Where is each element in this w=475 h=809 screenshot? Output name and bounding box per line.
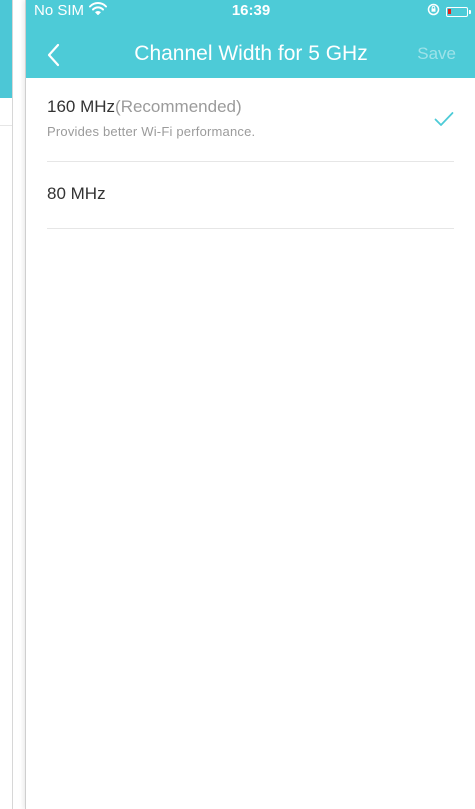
checkmark-icon [434, 111, 454, 127]
status-time: 16:39 [231, 2, 271, 19]
app-stage: No SIM 16:39 Channel Width for 5 GHz Sav… [0, 0, 475, 809]
option-label-row: 160 MHz(Recommended) [47, 97, 242, 117]
recommended-tag: (Recommended) [115, 97, 242, 116]
status-right [427, 3, 471, 20]
underlying-divider [0, 125, 12, 126]
underlying-header [0, 0, 12, 98]
option-label-row: 80 MHz [47, 184, 106, 204]
underlying-screen [0, 0, 13, 809]
status-bar: No SIM 16:39 [26, 0, 475, 24]
top-bar: No SIM 16:39 Channel Width for 5 GHz Sav… [26, 0, 475, 78]
page-title: Channel Width for 5 GHz [134, 42, 368, 65]
option-label: 160 MHz [47, 97, 116, 116]
channel-width-options: 160 MHz(Recommended) Provides better Wi-… [47, 78, 454, 229]
option-description: Provides better Wi-Fi performance. [47, 124, 256, 139]
save-button[interactable]: Save [417, 44, 456, 64]
nav-bar: Channel Width for 5 GHz Save [26, 32, 475, 76]
battery-level [448, 8, 451, 14]
option-160mhz[interactable]: 160 MHz(Recommended) Provides better Wi-… [47, 78, 454, 162]
channel-width-screen: No SIM 16:39 Channel Width for 5 GHz Sav… [25, 0, 475, 809]
orientation-lock-icon [427, 3, 440, 20]
option-80mhz[interactable]: 80 MHz [47, 162, 454, 229]
battery-icon [446, 6, 471, 17]
option-label: 80 MHz [47, 184, 106, 203]
